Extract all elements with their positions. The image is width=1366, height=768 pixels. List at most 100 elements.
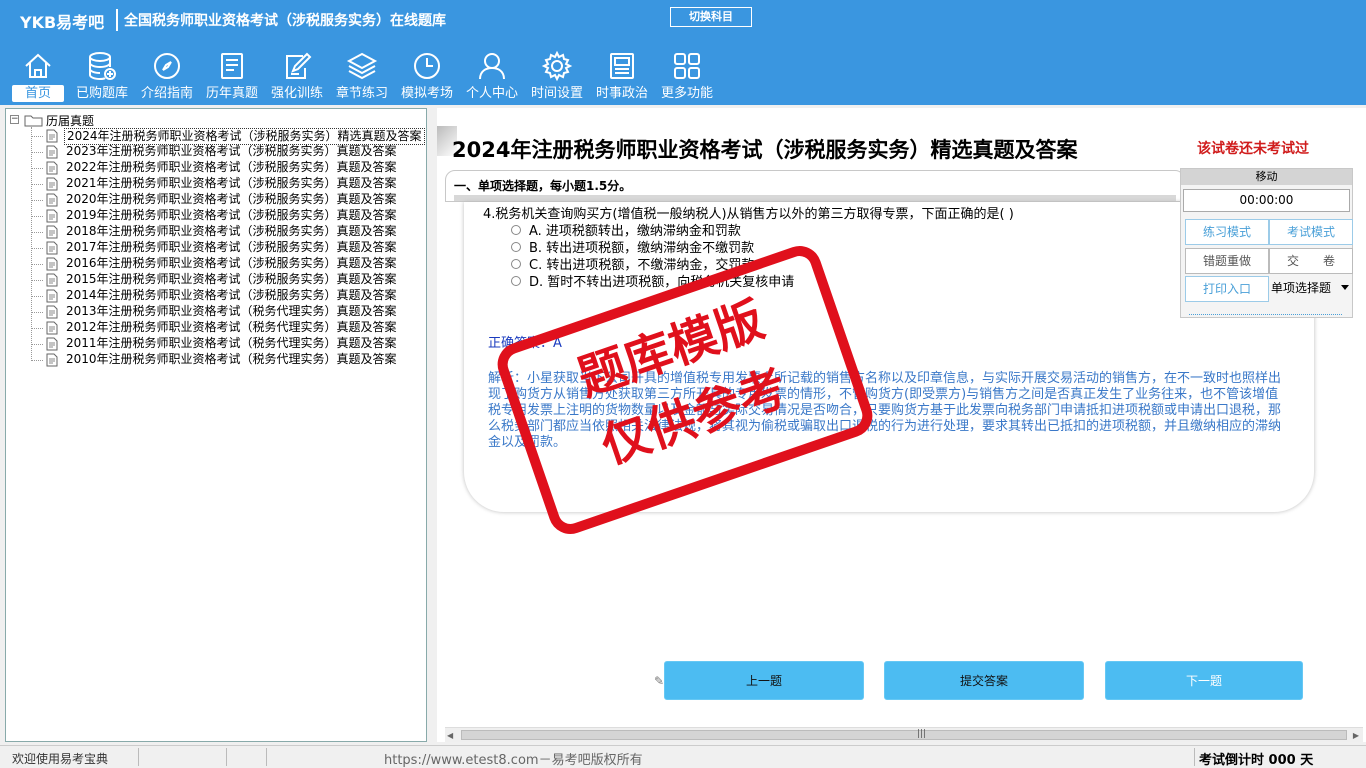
section-title: 一、单项选择题，每小题1.5分。 bbox=[454, 179, 632, 193]
tree-connector bbox=[31, 264, 43, 265]
nav-time-settings[interactable]: 时间设置 bbox=[524, 47, 590, 105]
brand-logo: YKB易考吧 bbox=[20, 13, 105, 32]
paper-title: 2024年注册税务师职业资格考试（涉税服务实务）精选真题及答案 bbox=[452, 138, 1078, 162]
tree-item-label: 2016年注册税务师职业资格考试（涉税服务实务）真题及答案 bbox=[66, 256, 397, 270]
exam-tree-panel: − 历届真题 2024年注册税务师职业资格考试（涉税服务实务）精选真题及答案 20… bbox=[5, 108, 427, 742]
print-button[interactable]: 打印入口 bbox=[1185, 276, 1269, 302]
tool-divider bbox=[1189, 314, 1342, 315]
section-scrollbar[interactable] bbox=[454, 195, 1176, 201]
tree-item-label: 2010年注册税务师职业资格考试（税务代理实务）真题及答案 bbox=[66, 352, 397, 366]
question-type-value: 单项选择题 bbox=[1271, 281, 1332, 295]
nav-label: 历年真题 bbox=[205, 86, 258, 101]
nav-label: 首页 bbox=[12, 85, 64, 102]
document-icon bbox=[46, 241, 58, 255]
horizontal-scrollbar[interactable]: ◀ ||| ▶ bbox=[445, 727, 1363, 742]
tree-item-label: 2017年注册税务师职业资格考试（涉税服务实务）真题及答案 bbox=[66, 240, 397, 254]
hand-in-button[interactable]: 交 卷 bbox=[1269, 248, 1353, 274]
submit-answer-button[interactable]: 提交答案 bbox=[884, 661, 1084, 700]
tree-item-label: 2020年注册税务师职业资格考试（涉税服务实务）真题及答案 bbox=[66, 192, 397, 206]
tree-item-label: 2011年注册税务师职业资格考试（税务代理实务）真题及答案 bbox=[66, 336, 397, 350]
document-icon bbox=[46, 305, 58, 319]
practice-mode-button[interactable]: 练习模式 bbox=[1185, 219, 1269, 245]
radio-button[interactable] bbox=[511, 224, 521, 235]
tree-connector bbox=[31, 280, 43, 281]
app-title: 全国税务师职业资格考试（涉税服务实务）在线题库 bbox=[124, 13, 446, 29]
nav-label: 更多功能 bbox=[660, 86, 713, 101]
status-separator bbox=[266, 748, 267, 766]
move-handle[interactable]: 移动 bbox=[1181, 169, 1352, 185]
nav-label: 个人中心 bbox=[465, 86, 518, 101]
welcome-text: 欢迎使用易考宝典 bbox=[12, 752, 109, 766]
list-doc-icon bbox=[221, 53, 243, 79]
next-question-button[interactable]: 下一题 bbox=[1105, 661, 1303, 700]
news-icon bbox=[610, 53, 634, 79]
tree-connector bbox=[31, 127, 32, 359]
folder-icon bbox=[24, 115, 43, 127]
header-bar: YKB易考吧 全国税务师职业资格考试（涉税服务实务）在线题库 切换科目 首页 已… bbox=[0, 0, 1366, 105]
header-divider bbox=[116, 9, 118, 31]
switch-subject-button[interactable]: 切换科目 bbox=[670, 7, 752, 27]
tree-connector bbox=[31, 232, 43, 233]
panel-splitter[interactable] bbox=[429, 108, 435, 742]
radio-button[interactable] bbox=[511, 241, 521, 252]
document-icon bbox=[46, 129, 58, 143]
nav-label: 已购题库 bbox=[75, 86, 128, 101]
document-icon bbox=[46, 145, 58, 159]
document-icon bbox=[46, 209, 58, 223]
nav-chapter[interactable]: 章节练习 bbox=[329, 47, 395, 105]
tool-panel: 移动 00:00:00 练习模式 考试模式 错题重做 交 卷 打印入口 单项选择… bbox=[1180, 168, 1353, 318]
tree-connector bbox=[31, 296, 43, 297]
nav-label: 强化训练 bbox=[270, 86, 323, 101]
nav-training[interactable]: 强化训练 bbox=[264, 47, 330, 105]
document-icon bbox=[46, 225, 58, 239]
tree-item-label: 2023年注册税务师职业资格考试（涉税服务实务）真题及答案 bbox=[66, 144, 397, 158]
exam-countdown: 考试倒计时 000 天 bbox=[1199, 753, 1314, 768]
nav-profile[interactable]: 个人中心 bbox=[459, 47, 525, 105]
grid-icon bbox=[674, 53, 700, 79]
scroll-thumb[interactable]: ||| bbox=[461, 729, 1347, 740]
nav-label: 模拟考场 bbox=[400, 86, 453, 101]
radio-button[interactable] bbox=[511, 275, 521, 286]
gear-icon bbox=[541, 50, 573, 82]
clock-icon bbox=[414, 53, 440, 79]
scroll-left-icon[interactable]: ◀ bbox=[447, 731, 453, 740]
tree-connector bbox=[31, 248, 43, 249]
prev-question-button[interactable]: 上一题 bbox=[664, 661, 864, 700]
nav-politics[interactable]: 时事政治 bbox=[589, 47, 655, 105]
tree-item-label: 2024年注册税务师职业资格考试（涉税服务实务）精选真题及答案 bbox=[64, 128, 425, 145]
radio-button[interactable] bbox=[511, 258, 521, 269]
tree-connector bbox=[31, 136, 43, 137]
document-icon bbox=[46, 193, 58, 207]
document-icon bbox=[46, 161, 58, 175]
document-icon bbox=[46, 289, 58, 303]
nav-guide[interactable]: 介绍指南 bbox=[134, 47, 200, 105]
nav-mock-exam[interactable]: 模拟考场 bbox=[394, 47, 460, 105]
tree-item-label: 2019年注册税务师职业资格考试（涉税服务实务）真题及答案 bbox=[66, 208, 397, 222]
document-icon bbox=[46, 337, 58, 351]
copyright-text: https://www.etest8.com－易考吧版权所有 bbox=[384, 753, 643, 768]
database-icon bbox=[89, 52, 116, 81]
nav-past-exams[interactable]: 历年真题 bbox=[199, 47, 265, 105]
chevron-down-icon bbox=[1341, 285, 1349, 290]
question-type-select[interactable]: 单项选择题 bbox=[1271, 277, 1351, 299]
compass-icon bbox=[154, 53, 180, 79]
status-separator bbox=[138, 748, 139, 766]
grip-icon: ||| bbox=[917, 729, 927, 739]
nav-home[interactable]: 首页 bbox=[5, 47, 71, 105]
pencil-icon: ✎ bbox=[654, 674, 665, 688]
status-separator bbox=[1194, 748, 1195, 766]
nav-purchased[interactable]: 已购题库 bbox=[69, 47, 135, 105]
exam-mode-button[interactable]: 考试模式 bbox=[1269, 219, 1353, 245]
tree-connector bbox=[31, 216, 43, 217]
tree-item-label: 2014年注册税务师职业资格考试（涉税服务实务）真题及答案 bbox=[66, 288, 397, 302]
document-icon bbox=[46, 257, 58, 271]
tree-item-label: 2021年注册税务师职业资格考试（涉税服务实务）真题及答案 bbox=[66, 176, 397, 190]
tree-root-label: 历届真题 bbox=[46, 114, 95, 128]
tree-connector bbox=[31, 344, 43, 345]
redo-wrong-button[interactable]: 错题重做 bbox=[1185, 248, 1269, 274]
scroll-right-icon[interactable]: ▶ bbox=[1353, 731, 1359, 740]
tree-item-label: 2013年注册税务师职业资格考试（税务代理实务）真题及答案 bbox=[66, 304, 397, 318]
tree-connector bbox=[31, 152, 43, 153]
collapse-icon[interactable]: − bbox=[10, 115, 19, 124]
nav-more[interactable]: 更多功能 bbox=[654, 47, 720, 105]
